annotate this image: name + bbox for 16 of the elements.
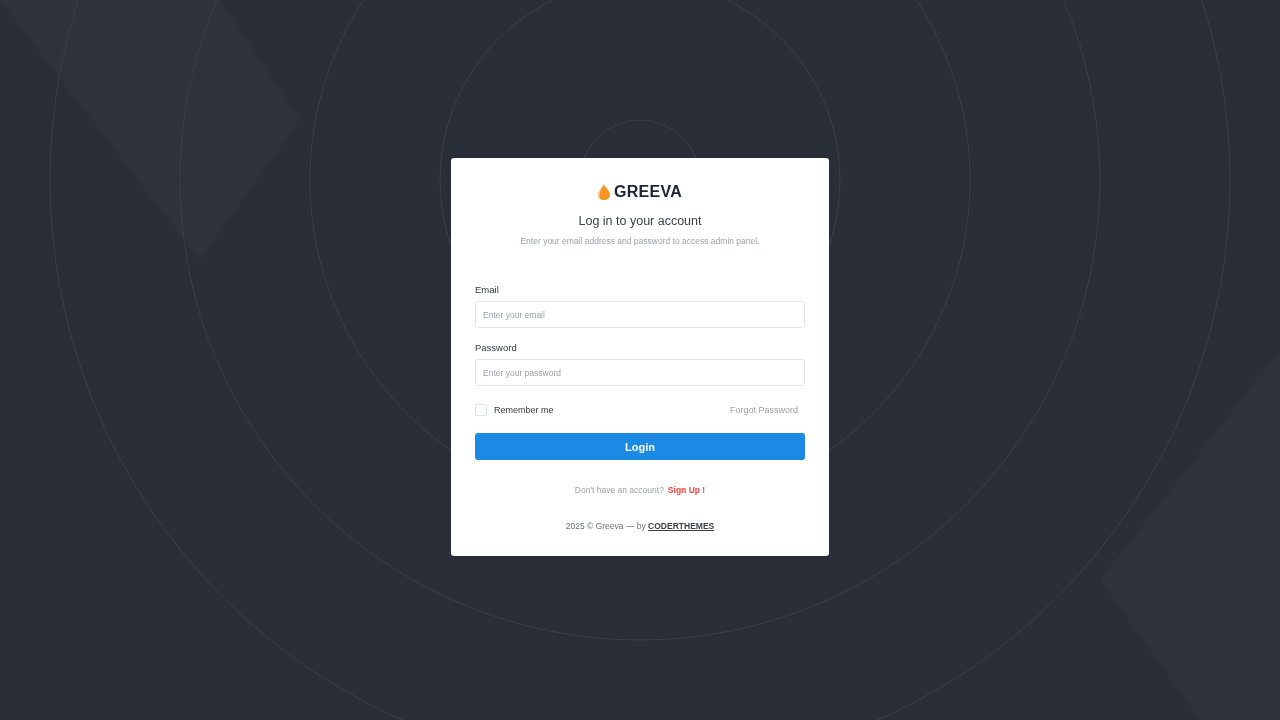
- field-label: Email: [475, 284, 499, 295]
- brand-logo-text: GREEVA: [613, 183, 683, 201]
- login-subtitle: Enter your email address and password to access admin panel.: [520, 236, 760, 246]
- coderthemes-link[interactable]: CODERTHEMES: [648, 521, 715, 531]
- login-button[interactable]: Login: [475, 433, 805, 460]
- signup-prompt: Don't have an account?: [574, 485, 664, 495]
- remember-label[interactable]: Remember me: [494, 405, 554, 415]
- login-heading: Log in to your account: [577, 214, 703, 228]
- flame-icon: [597, 184, 610, 200]
- input-field[interactable]: Enter your email: [475, 301, 805, 328]
- remember-checkbox[interactable]: [475, 404, 487, 416]
- input-field[interactable]: Enter your password: [475, 359, 805, 386]
- field-label: Password: [475, 342, 517, 353]
- footer-text: 2025 © Greeva — by CODERTHEMES: [565, 521, 715, 531]
- sign-up-link[interactable]: Sign Up !: [667, 485, 706, 495]
- forgot-password-link[interactable]: Forgot Password: [729, 405, 798, 415]
